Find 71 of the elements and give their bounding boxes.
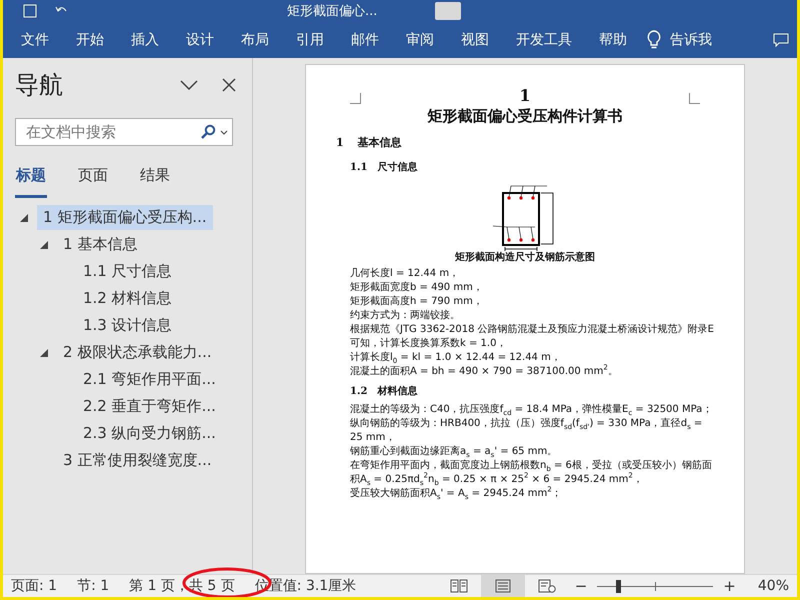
pane-title: 导航	[15, 70, 64, 101]
heading-item[interactable]: 2 极限状态承载能力...	[57, 340, 218, 365]
heading-text: 基本信息	[358, 135, 402, 151]
paragraph: 根据规范《JTG 3362-2018 公路钢筋混凝土及预应力混凝土桥涵设计规范》附录E可知，计算长度换算系数k = 1.0，	[350, 323, 714, 351]
paragraph: 纵向钢筋的等级为：HRB400，抗拉（压）强度f$_{sd}$(f$_{sd'}$) = 330 MPa，直径d$_{s}$ = 25 mm，	[350, 417, 704, 445]
paragraph: 钢筋重心到截面边缘距离a$_{s}$ = a$_{s}$' = 65 mm。	[350, 445, 558, 459]
heading-item[interactable]: 1.3 设计信息	[77, 313, 178, 338]
subsection-heading: 尺寸信息	[377, 160, 418, 175]
ribbon-tab[interactable]: 引用	[288, 27, 332, 53]
search-icon[interactable]	[200, 124, 216, 140]
zoom-level: 40%	[758, 578, 789, 594]
heading-item[interactable]: 3 正常使用裂缝宽度...	[57, 448, 218, 473]
chevron-down-icon[interactable]	[178, 78, 200, 92]
paragraph: 计算长度l$_{0}$ = kl = 1.0 × 12.44 = 12.44 m，	[350, 351, 562, 365]
status-text: 节: 1	[77, 577, 110, 595]
ribbon-tab[interactable]: 帮助	[591, 27, 635, 53]
expanded-triangle-icon[interactable]	[19, 212, 29, 222]
status-text: 页面: 1	[11, 577, 58, 595]
ribbon-tab[interactable]: 布局	[233, 27, 277, 53]
ribbon-tab[interactable]: 开发工具	[508, 27, 580, 53]
heading-number: 1	[336, 135, 344, 151]
ribbon-tab[interactable]: 设计	[178, 27, 222, 53]
ribbon-tab[interactable]: 文件	[13, 27, 57, 53]
avatar	[435, 2, 462, 20]
paragraph: 约束方式为：两端铰接。	[350, 309, 461, 323]
nav-tab[interactable]: 结果	[139, 166, 171, 198]
paragraph: 矩形截面高度h = 790 mm，	[350, 295, 484, 309]
ribbon-tab[interactable]: 视图	[453, 27, 497, 53]
document-title: 矩形截面偏心受压构件计算书	[428, 106, 622, 127]
paragraph: 几何长度l = 12.44 m，	[350, 267, 460, 281]
paragraph: 在弯矩作用平面内，截面宽度边上钢筋根数n$_{b}$ = 6根，受拉（或受压较小）钢筋面积A$_{s}$ = 0.25πd$_{s}$$^{2}$n$_{b}$ = 0.25 × π × 25$^{2}$ × 6 = 2945.24 mm$^{2}$，	[350, 459, 713, 487]
expanded-triangle-icon[interactable]	[39, 240, 49, 250]
ribbon-tab[interactable]: 邮件	[343, 27, 387, 53]
search-input[interactable]: 在文档中搜索	[24, 122, 200, 142]
heading-item[interactable]: 1 基本信息	[57, 232, 144, 257]
ribbon-tab[interactable]: 审阅	[398, 27, 442, 53]
ribbon-tab[interactable]: 插入	[123, 27, 167, 53]
figure-caption: 矩形截面构造尺寸及钢筋示意图	[455, 251, 595, 265]
zoom-in-button[interactable]: +	[717, 577, 742, 595]
web-page-icon	[538, 579, 556, 593]
zoom-out-button[interactable]: −	[568, 577, 594, 595]
heading-number: 1.2	[350, 385, 368, 399]
subsection-heading: 材料信息	[377, 384, 418, 399]
paragraph: 受压较大钢筋面积A$_{s}$' = A$_{s}$ = 2945.24 mm$^{2}$；	[350, 487, 563, 501]
heading-item[interactable]: 2.3 纵向受力钢筋...	[77, 421, 222, 446]
lightbulb-icon[interactable]	[646, 30, 662, 50]
paragraph: 混凝土的等级为：C40，抗压强度f$_{cd}$ = 18.4 MPa，弹性模量E$_{c}$ = 32500 MPa；	[350, 403, 714, 417]
caret-icon[interactable]	[220, 130, 228, 134]
paragraph: 矩形截面宽度b = 490 mm，	[350, 281, 484, 295]
search-field[interactable]: 在文档中搜索	[15, 118, 233, 146]
comment-icon[interactable]	[773, 32, 789, 48]
heading-item[interactable]: 1 矩形截面偏心受压构...	[37, 205, 213, 230]
page-layout-icon	[494, 579, 511, 593]
slider-thumb[interactable]	[616, 580, 622, 592]
page-number: 1	[519, 87, 531, 105]
heading-item[interactable]: 2.2 垂直于弯矩作...	[77, 394, 222, 419]
window-title: 矩形截面偏心...	[287, 3, 378, 20]
paragraph: 混凝土的面积A = bh = 490 × 790 = 387100.00 mm$^{2}$。	[350, 365, 619, 379]
tell-me-button[interactable]: 告诉我	[662, 27, 720, 53]
ribbon-tab[interactable]: 开始	[68, 27, 112, 53]
save-icon[interactable]	[23, 4, 37, 18]
heading-item[interactable]: 1.1 尺寸信息	[77, 259, 178, 284]
close-icon[interactable]	[220, 76, 238, 94]
heading-item[interactable]: 1.2 材料信息	[77, 286, 178, 311]
expanded-triangle-icon[interactable]	[39, 348, 49, 358]
view-button[interactable]	[480, 575, 525, 597]
nav-tab[interactable]: 页面	[77, 166, 109, 198]
heading-item[interactable]: 2.1 弯矩作用平面...	[77, 367, 222, 392]
heading-number: 1.1	[350, 161, 368, 175]
book-icon	[450, 579, 468, 593]
nav-tab[interactable]: 标题	[15, 166, 47, 198]
